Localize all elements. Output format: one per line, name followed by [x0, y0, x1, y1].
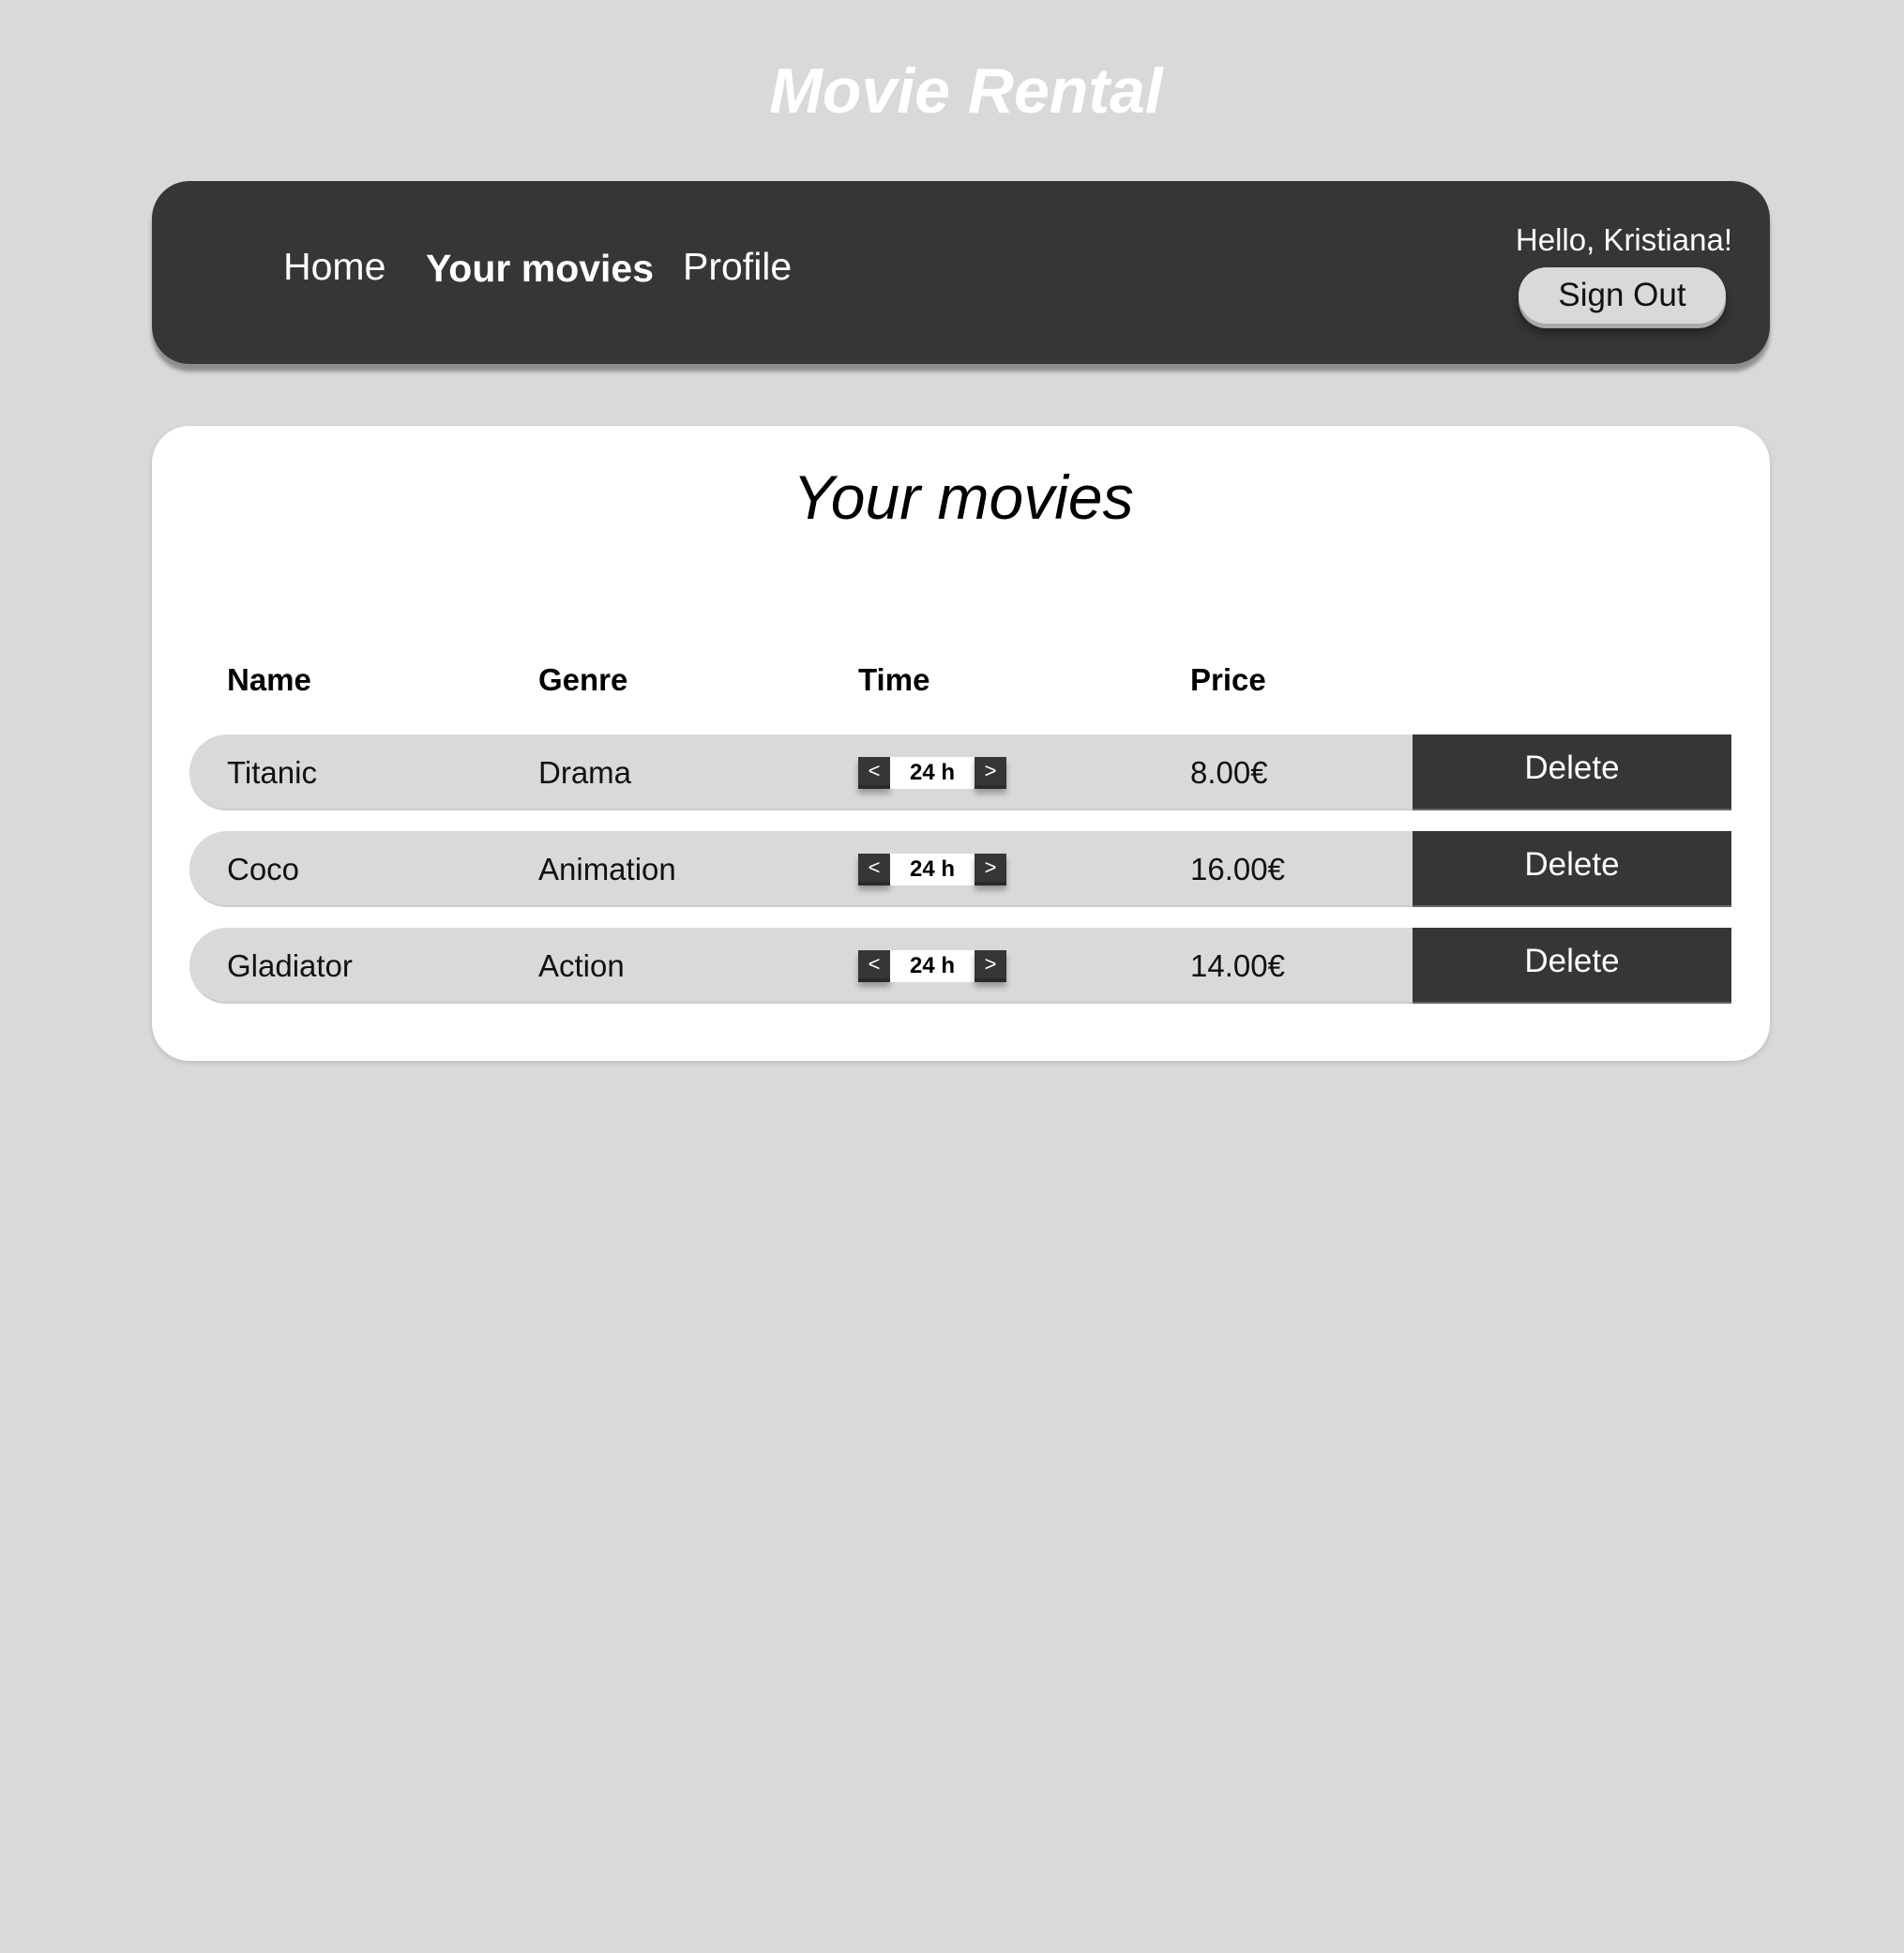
table-row: Titanic Drama < 24 h > 8.00€ Delete — [189, 734, 1731, 810]
time-value: 24 h — [890, 950, 975, 982]
sign-out-button[interactable]: Sign Out — [1519, 267, 1726, 324]
table-row: Coco Animation < 24 h > 16.00€ Delete — [189, 831, 1731, 907]
time-stepper: < 24 h > — [858, 950, 1006, 982]
movie-genre: Drama — [538, 755, 632, 790]
column-header-price: Price — [1190, 662, 1266, 697]
movies-card: Your movies Name Genre Time Price Titani… — [152, 426, 1770, 1061]
decrease-time-button[interactable]: < — [858, 854, 890, 886]
movie-price: 14.00€ — [1190, 948, 1285, 983]
movie-price: 8.00€ — [1190, 755, 1268, 790]
time-value: 24 h — [890, 854, 975, 886]
time-value: 24 h — [890, 757, 975, 789]
column-header-time: Time — [858, 662, 930, 697]
movie-price: 16.00€ — [1190, 852, 1285, 886]
time-stepper: < 24 h > — [858, 854, 1006, 886]
decrease-time-button[interactable]: < — [858, 757, 890, 789]
nav-home[interactable]: Home — [283, 245, 385, 289]
increase-time-button[interactable]: > — [975, 757, 1006, 789]
increase-time-button[interactable]: > — [975, 950, 1006, 982]
greeting: Hello, Kristiana! — [1515, 222, 1732, 257]
column-header-name: Name — [227, 662, 311, 697]
movie-name: Gladiator — [227, 948, 353, 983]
app-title: Movie Rental — [769, 55, 1163, 127]
time-stepper: < 24 h > — [858, 757, 1006, 789]
movie-genre: Action — [538, 948, 625, 983]
delete-button[interactable]: Delete — [1413, 928, 1731, 1004]
nav-your-movies[interactable]: Your movies — [426, 247, 654, 291]
table-row: Gladiator Action < 24 h > 14.00€ Delete — [189, 928, 1731, 1004]
movie-name: Titanic — [227, 755, 317, 790]
increase-time-button[interactable]: > — [975, 854, 1006, 886]
delete-button[interactable]: Delete — [1413, 734, 1731, 810]
movie-genre: Animation — [538, 852, 676, 886]
navbar: Home Your movies Profile Hello, Kristian… — [152, 181, 1770, 364]
column-header-genre: Genre — [538, 662, 628, 697]
decrease-time-button[interactable]: < — [858, 950, 890, 982]
nav-profile[interactable]: Profile — [683, 245, 792, 289]
movie-name: Coco — [227, 852, 300, 886]
page-title: Your movies — [793, 462, 1134, 532]
delete-button[interactable]: Delete — [1413, 831, 1731, 907]
